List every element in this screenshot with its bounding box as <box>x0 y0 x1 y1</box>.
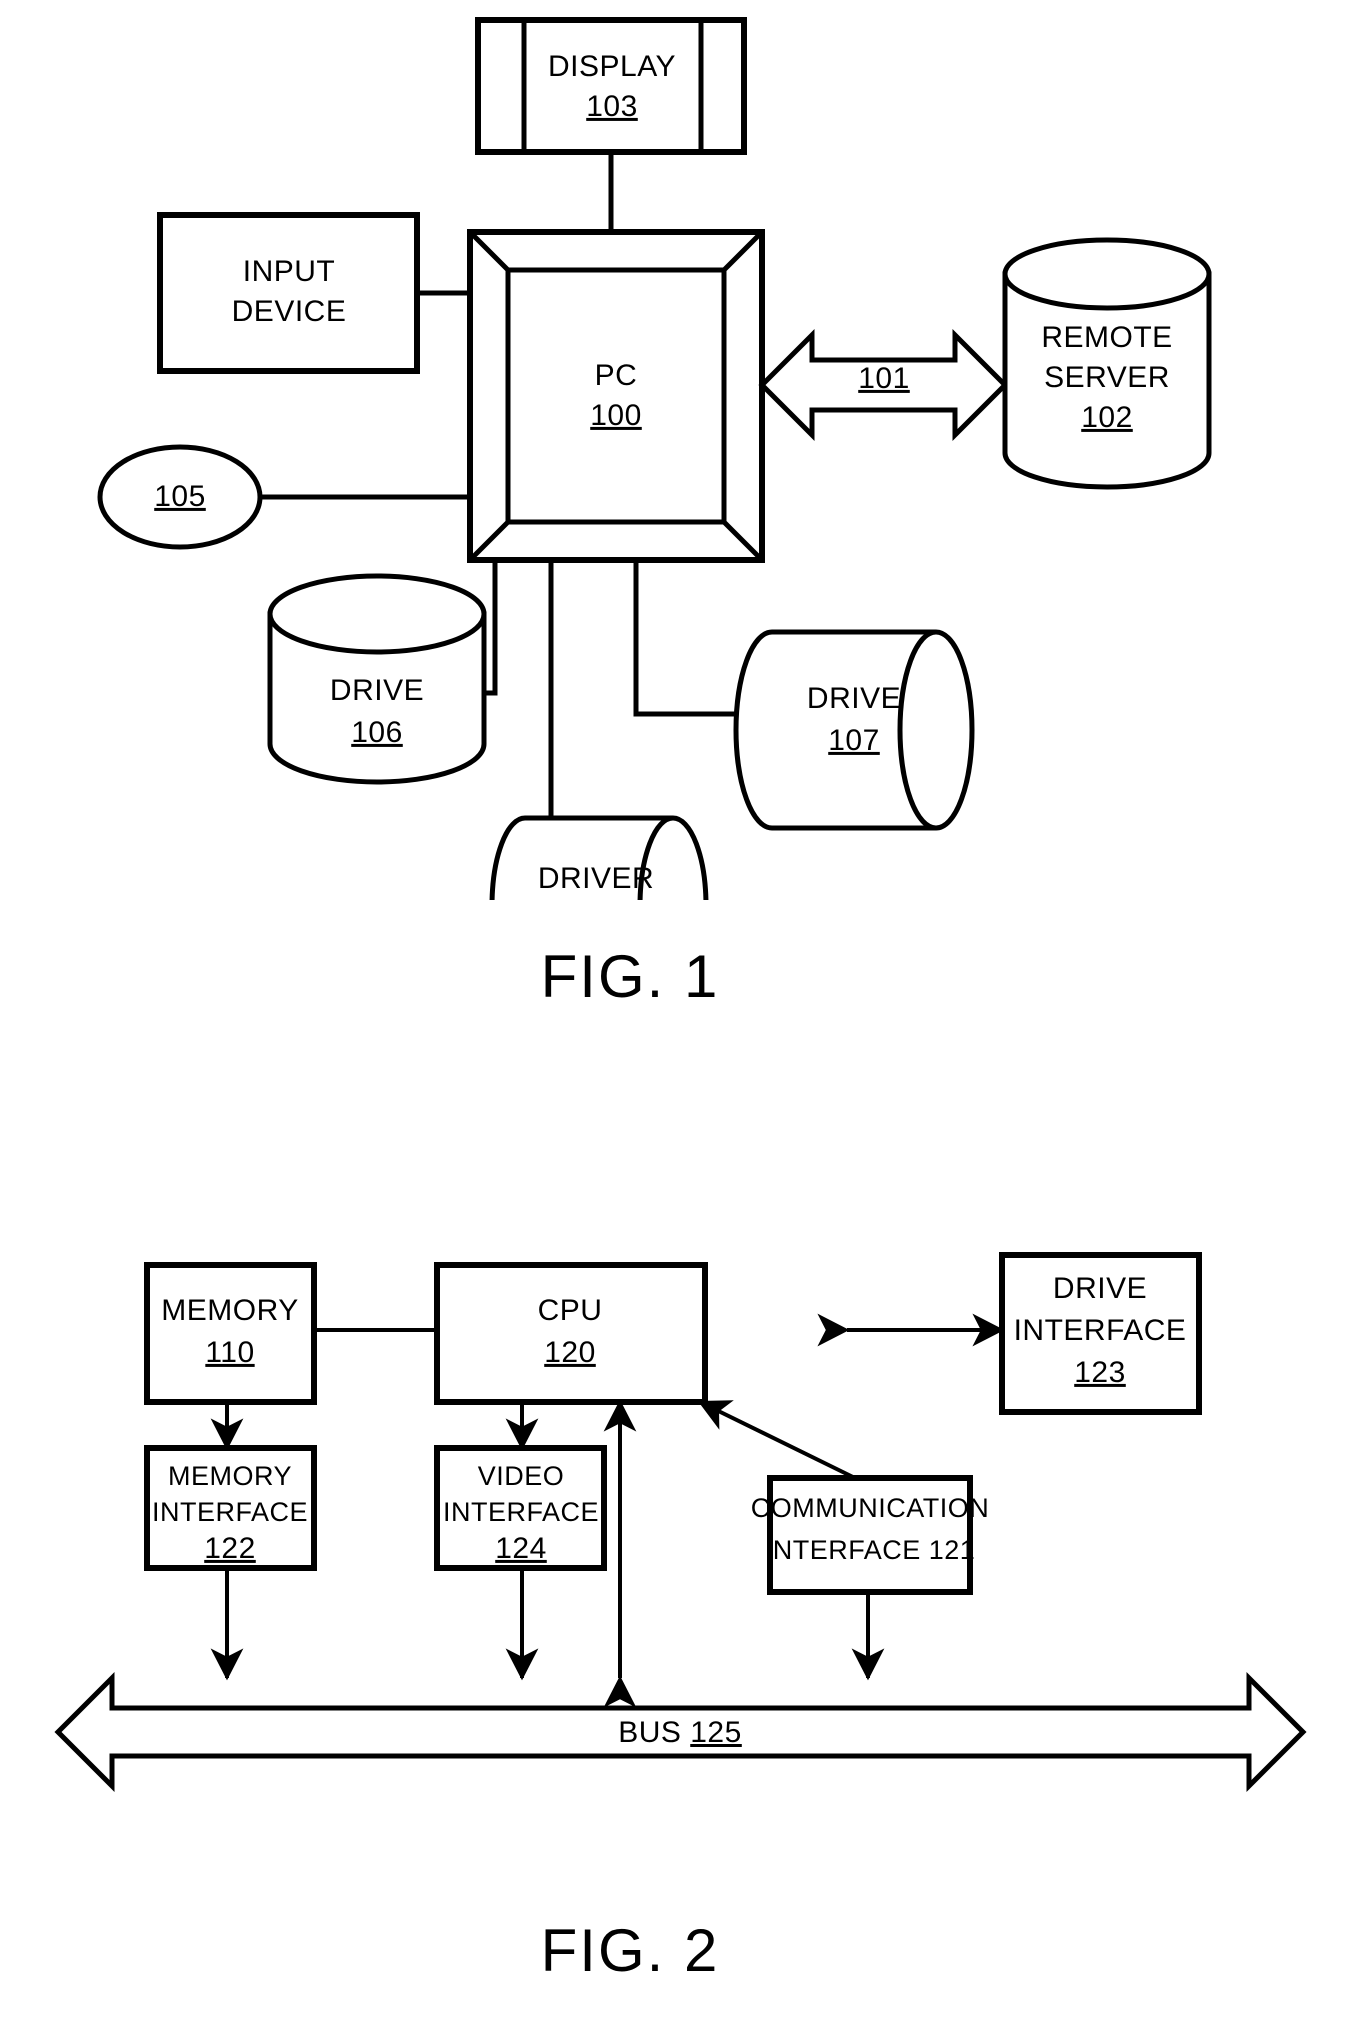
node-input-device: INPUT DEVICE <box>157 212 420 374</box>
remote-server-label-line1: REMOTE <box>1041 321 1172 354</box>
video-interface-label-line2: INTERFACE <box>443 1497 599 1527</box>
memory-interface-ref: 122 <box>204 1532 256 1565</box>
remote-server-cylinder-top <box>1002 237 1212 311</box>
node-communication-interface: COMMUNICATION INTERFACE 121 <box>751 1475 989 1595</box>
node-video-interface: VIDEO INTERFACE 124 <box>434 1445 607 1571</box>
video-interface-label-line1: VIDEO <box>478 1461 565 1491</box>
node-pc: PC 100 <box>467 229 765 563</box>
figure-2-caption-area: FIG. 2 <box>541 1917 720 1984</box>
display-outer-frame <box>475 17 747 155</box>
figure-1: DISPLAY 103 INPUT DEVICE PC 100 101 REMO… <box>97 17 1212 900</box>
figure-1-caption: FIG. 1 <box>541 943 720 1010</box>
cpu-box <box>434 1262 708 1405</box>
arrow-cpu-communicationinterface <box>697 1400 889 1506</box>
node-drive-107: DRIVE 107 <box>733 629 975 831</box>
memory-ref: 110 <box>205 1336 254 1369</box>
bus-label-text: BUS <box>618 1716 681 1749</box>
patent-drawing-sheet: DISPLAY 103 INPUT DEVICE PC 100 101 REMO… <box>0 0 1361 2033</box>
ellipse-105-ref: 105 <box>154 480 206 513</box>
pc-label: PC <box>595 359 638 392</box>
communication-interface-label-line1: COMMUNICATION <box>751 1493 989 1523</box>
connector-pc-to-drive107 <box>633 560 740 717</box>
input-device-label-line1: INPUT <box>243 255 336 288</box>
input-device-box <box>157 212 420 374</box>
cpu-label: CPU <box>538 1294 603 1327</box>
drive106-cylinder-top <box>267 573 487 655</box>
node-memory-interface: MEMORY INTERFACE 122 <box>144 1445 317 1571</box>
memory-interface-label-line1: MEMORY <box>168 1461 292 1491</box>
pc-ref: 100 <box>590 399 642 432</box>
memory-label: MEMORY <box>161 1294 298 1327</box>
bus-ref: 125 <box>690 1716 742 1749</box>
link-101: 101 <box>758 328 1009 442</box>
node-remote-server: REMOTE SERVER 102 <box>1002 237 1212 490</box>
node-cpu: CPU 120 <box>434 1262 708 1405</box>
drive107-ref: 107 <box>828 724 880 757</box>
drive-interface-label-line1: DRIVE <box>1053 1272 1147 1305</box>
remote-server-ref: 102 <box>1081 401 1133 434</box>
driver108-label: DRIVER <box>538 862 654 895</box>
figure-2: MEMORY 110 CPU 120 DRIVE INTERFACE 123 M… <box>54 1252 1307 1793</box>
node-bus: BUS 125 <box>54 1671 1307 1793</box>
figure-2-caption: FIG. 2 <box>541 1917 720 1984</box>
memory-interface-label-line2: INTERFACE <box>152 1497 308 1527</box>
display-label: DISPLAY <box>548 50 676 83</box>
communication-interface-label-line2: INTERFACE 121 <box>765 1535 976 1565</box>
display-ref: 103 <box>586 90 638 123</box>
node-drive-106: DRIVE 106 <box>267 573 487 785</box>
drive106-label: DRIVE <box>330 674 424 707</box>
memory-box <box>144 1262 317 1405</box>
drive107-label: DRIVE <box>807 682 901 715</box>
video-interface-ref: 124 <box>495 1532 547 1565</box>
node-memory: MEMORY 110 <box>144 1262 317 1405</box>
remote-server-label-line2: SERVER <box>1044 361 1170 394</box>
link-101-ref: 101 <box>858 362 910 395</box>
drive-interface-label-line2: INTERFACE <box>1014 1314 1187 1347</box>
drive-interface-ref: 123 <box>1074 1356 1126 1389</box>
node-driver-108: DRIVER 108 <box>489 815 709 900</box>
figure-1-caption-area: FIG. 1 <box>541 943 720 1010</box>
node-drive-interface: DRIVE INTERFACE 123 <box>999 1252 1202 1415</box>
cpu-ref: 120 <box>544 1336 596 1369</box>
pc-inner-frame <box>505 267 727 525</box>
drive106-ref: 106 <box>351 716 403 749</box>
input-device-label-line2: DEVICE <box>232 295 347 328</box>
bus-label: BUS 125 <box>618 1716 742 1749</box>
node-105: 105 <box>97 444 263 550</box>
node-display: DISPLAY 103 <box>475 17 747 155</box>
